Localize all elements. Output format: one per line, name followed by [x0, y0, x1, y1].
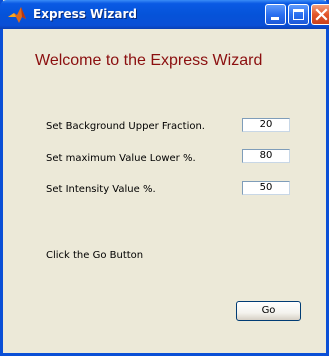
- go-button[interactable]: Go: [236, 301, 301, 321]
- intensity-value-input[interactable]: 50: [242, 181, 290, 195]
- express-wizard-window: Express Wizard Welcome to the Express Wi…: [0, 0, 329, 356]
- maximize-icon: [293, 9, 304, 20]
- wizard-panel: Welcome to the Express Wizard Set Backgr…: [3, 29, 326, 353]
- close-icon: [315, 8, 328, 21]
- instruction-text: Click the Go Button: [46, 250, 144, 261]
- background-upper-fraction-label: Set Background Upper Fraction.: [46, 121, 205, 132]
- minimize-icon: [271, 17, 279, 20]
- matlab-logo-icon: [8, 7, 26, 23]
- maximum-value-lower-input[interactable]: 80: [242, 149, 290, 163]
- title-bar[interactable]: Express Wizard: [0, 0, 329, 29]
- minimize-button[interactable]: [265, 4, 286, 25]
- background-upper-fraction-input[interactable]: 20: [242, 118, 290, 132]
- maximize-button[interactable]: [288, 4, 309, 25]
- window-title: Express Wizard: [33, 7, 137, 21]
- page-title: Welcome to the Express Wizard: [35, 52, 263, 69]
- maximum-value-lower-label: Set maximum Value Lower %.: [46, 153, 196, 164]
- close-button[interactable]: [311, 4, 329, 25]
- intensity-value-label: Set Intensity Value %.: [46, 184, 156, 195]
